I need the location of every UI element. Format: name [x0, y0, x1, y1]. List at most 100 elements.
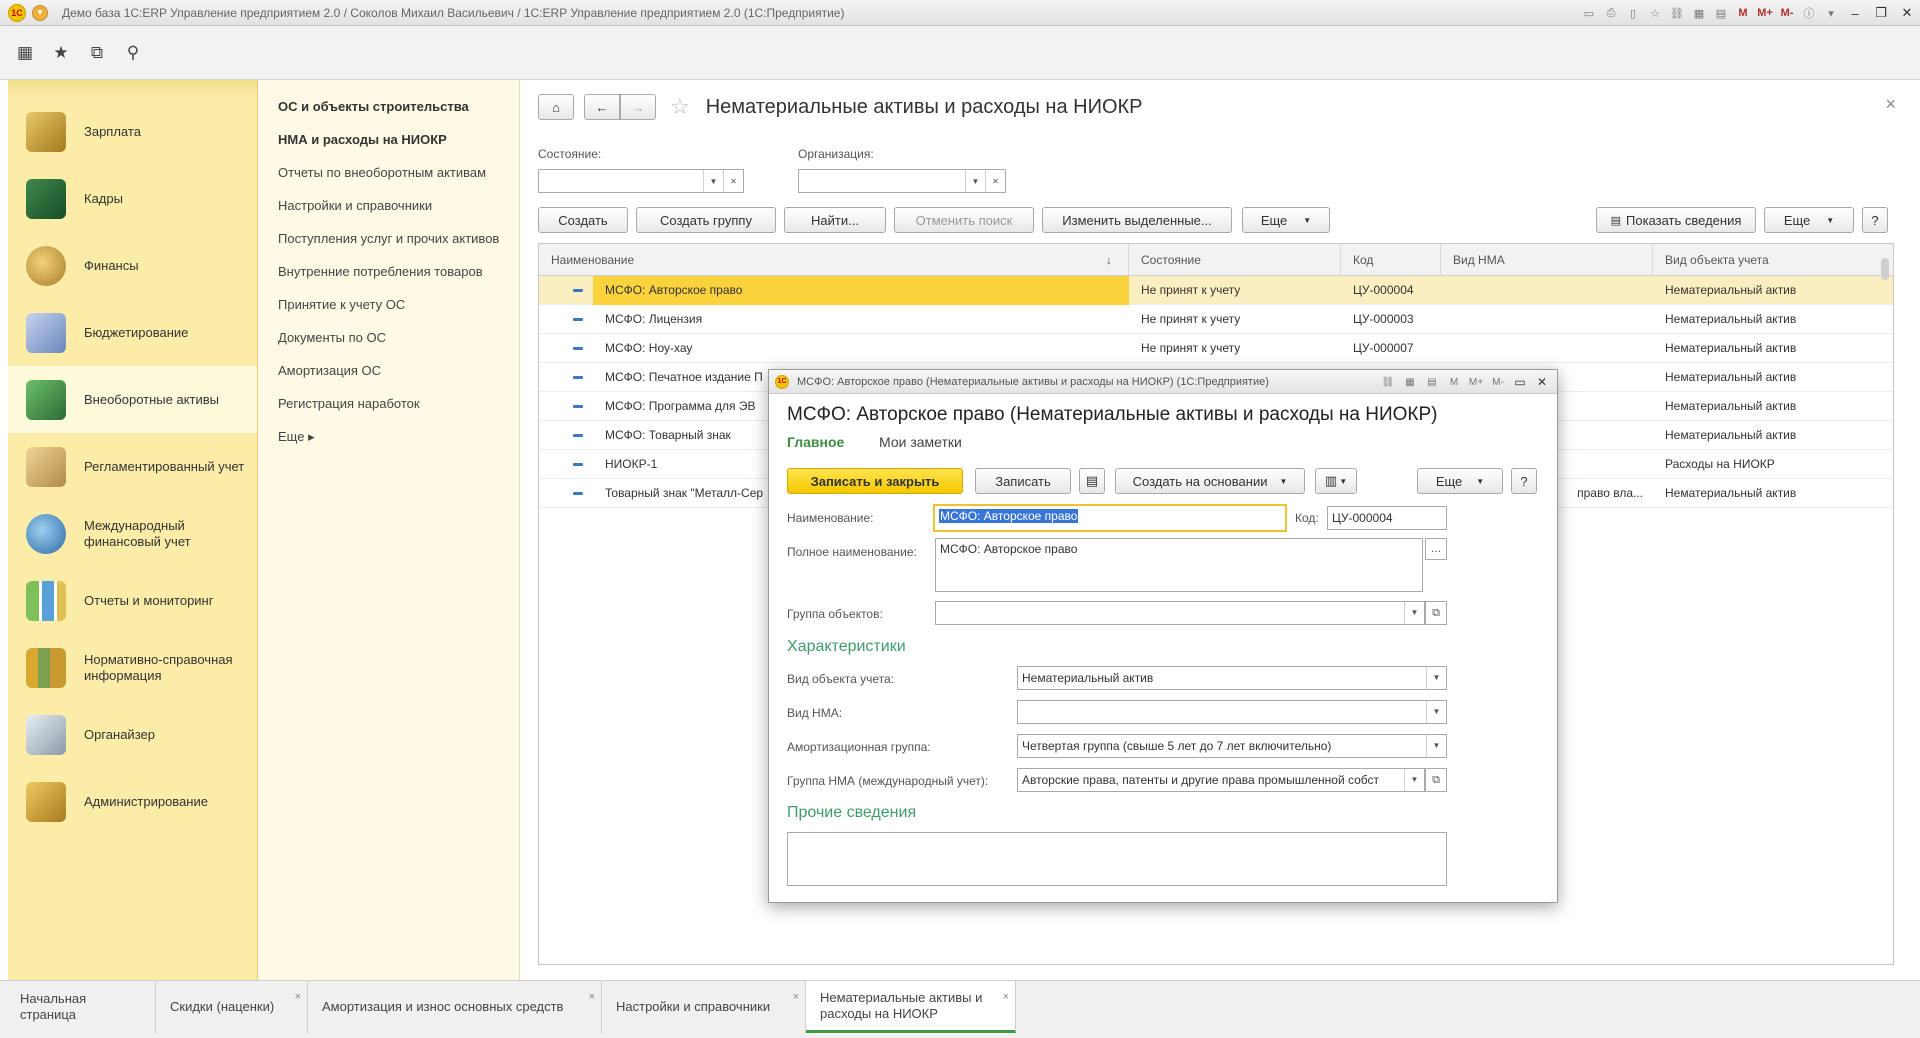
- table-row[interactable]: МСФО: Авторское право Не принят к учету …: [539, 276, 1893, 305]
- close-tab-icon[interactable]: ×: [1003, 989, 1009, 1005]
- nav-link-reports[interactable]: Отчеты по внеоборотным активам: [258, 156, 519, 189]
- info-icon[interactable]: ⓘ: [1798, 2, 1820, 24]
- nav-link-receipts[interactable]: Поступления услуг и прочих активов: [258, 222, 519, 255]
- section-reports[interactable]: Отчеты и мониторинг: [8, 567, 257, 634]
- close-tab-icon[interactable]: ×: [589, 989, 595, 1005]
- print-icon[interactable]: ⎙: [1600, 2, 1622, 24]
- reports-menu-button[interactable]: ▥ ▼: [1315, 468, 1357, 494]
- form-help-button[interactable]: ?: [1511, 468, 1537, 494]
- favorites-add-icon[interactable]: ☆: [1644, 2, 1666, 24]
- chevron-down-icon[interactable]: ▼: [1404, 769, 1424, 791]
- nav-link-intangible-assets[interactable]: НМА и расходы на НИОКР: [258, 123, 519, 156]
- table-row[interactable]: МСФО: Ноу-хау Не принят к учету ЦУ-00000…: [539, 334, 1893, 363]
- tab-depreciation[interactable]: Амортизация и износ основных средств ×: [308, 981, 602, 1033]
- find-button[interactable]: Найти...: [784, 207, 886, 233]
- memory-m-plus-button[interactable]: M+: [1465, 371, 1487, 393]
- col-state-header[interactable]: Состояние: [1129, 244, 1341, 276]
- memory-m-minus-button[interactable]: M-: [1487, 371, 1509, 393]
- full-name-textarea[interactable]: МСФО: Авторское право: [935, 538, 1423, 592]
- section-fixed-assets[interactable]: Внеоборотные активы: [8, 366, 257, 433]
- col-object-kind-header[interactable]: Вид объекта учета: [1653, 244, 1893, 276]
- help-button[interactable]: ?: [1862, 207, 1888, 233]
- nav-link-documents[interactable]: Документы по ОС: [258, 321, 519, 354]
- back-button[interactable]: ←: [584, 94, 620, 120]
- chevron-down-icon[interactable]: ▼: [1426, 701, 1446, 723]
- col-nma-kind-header[interactable]: Вид НМА: [1441, 244, 1653, 276]
- link-icon[interactable]: ⛓: [1377, 371, 1399, 393]
- open-intl-group-button[interactable]: ⧉: [1425, 768, 1447, 792]
- tab-intangible-assets[interactable]: Нематериальные активы и расходы на НИОКР…: [806, 981, 1016, 1033]
- nav-link-more[interactable]: Еще ▸: [258, 420, 519, 453]
- nav-link-fixed-assets[interactable]: ОС и объекты строительства: [258, 90, 519, 123]
- nav-link-internal-consumption[interactable]: Внутренние потребления товаров: [258, 255, 519, 288]
- tab-discounts[interactable]: Скидки (наценки) ×: [156, 981, 308, 1033]
- chevron-down-icon[interactable]: ▼: [1404, 602, 1424, 624]
- chevron-down-icon[interactable]: ▼: [1426, 667, 1446, 689]
- create-based-on-button[interactable]: Создать на основании ▼: [1115, 468, 1305, 494]
- save-and-close-button[interactable]: Записать и закрыть: [787, 468, 963, 494]
- minimize-icon[interactable]: –: [1842, 2, 1868, 24]
- favorites-star-icon[interactable]: ★: [50, 42, 72, 64]
- calculator-icon[interactable]: ▦: [1688, 2, 1710, 24]
- maximize-icon[interactable]: ❐: [1868, 2, 1894, 24]
- open-group-button[interactable]: ⧉: [1425, 601, 1447, 625]
- memory-m-button[interactable]: M: [1732, 2, 1754, 24]
- more-actions-right-button[interactable]: Еще ▼: [1764, 207, 1854, 233]
- state-filter-input[interactable]: ▼ ✕: [538, 169, 744, 193]
- depreciation-group-select[interactable]: Четвертая группа (свыше 5 лет до 7 лет в…: [1017, 734, 1447, 758]
- chevron-down-icon[interactable]: ▼: [703, 170, 723, 192]
- section-regulated-accounting[interactable]: Регламентированный учет: [8, 433, 257, 500]
- tab-settings[interactable]: Настройки и справочники ×: [602, 981, 806, 1033]
- link-icon[interactable]: ⛓: [1666, 2, 1688, 24]
- open-editor-button[interactable]: …: [1425, 538, 1447, 560]
- calendar-icon[interactable]: ▤: [1421, 371, 1443, 393]
- col-name-header[interactable]: Наименование ↓: [539, 244, 1129, 276]
- close-form-icon[interactable]: ×: [1885, 94, 1896, 115]
- cancel-search-button[interactable]: Отменить поиск: [894, 207, 1034, 233]
- sections-scroll-top[interactable]: [8, 80, 257, 98]
- memory-m-minus-button[interactable]: M-: [1776, 2, 1798, 24]
- create-group-button[interactable]: Создать группу: [636, 207, 776, 233]
- more-actions-button[interactable]: Еще ▼: [1242, 207, 1330, 233]
- form-more-button[interactable]: Еще ▼: [1417, 468, 1503, 494]
- page-icon[interactable]: ▯: [1622, 2, 1644, 24]
- code-input[interactable]: ЦУ-000004: [1327, 506, 1447, 530]
- section-reference-info[interactable]: Нормативно-справочная информация: [8, 634, 257, 701]
- clear-icon[interactable]: ✕: [723, 170, 743, 192]
- show-info-button[interactable]: ▤ Показать сведения: [1596, 207, 1756, 233]
- nma-kind-select[interactable]: ▼: [1017, 700, 1447, 724]
- history-icon[interactable]: ⧉: [86, 42, 108, 64]
- document-button[interactable]: ▤: [1079, 468, 1105, 494]
- save-button[interactable]: Записать: [975, 468, 1071, 494]
- object-group-input[interactable]: ▼: [935, 601, 1425, 625]
- clear-icon[interactable]: ✕: [985, 170, 1005, 192]
- nav-link-usage-registration[interactable]: Регистрация наработок: [258, 387, 519, 420]
- section-salary[interactable]: Зарплата: [8, 98, 257, 165]
- table-row[interactable]: МСФО: Лицензия Не принят к учету ЦУ-0000…: [539, 305, 1893, 334]
- edit-selected-button[interactable]: Изменить выделенные...: [1042, 207, 1232, 233]
- chevron-down-icon[interactable]: ▼: [965, 170, 985, 192]
- close-tab-icon[interactable]: ×: [295, 989, 301, 1005]
- section-finance[interactable]: Финансы: [8, 232, 257, 299]
- section-organizer[interactable]: Органайзер: [8, 701, 257, 768]
- org-filter-input[interactable]: ▼ ✕: [798, 169, 1006, 193]
- app-logo-icon[interactable]: 1С: [8, 3, 26, 22]
- nav-link-settings[interactable]: Настройки и справочники: [258, 189, 519, 222]
- chevron-down-icon[interactable]: ▼: [1426, 735, 1446, 757]
- apps-grid-icon[interactable]: ▦: [14, 42, 36, 64]
- memory-m-button[interactable]: M: [1443, 371, 1465, 393]
- maximize-icon[interactable]: ▭: [1509, 371, 1531, 393]
- nav-link-acceptance[interactable]: Принятие к учету ОС: [258, 288, 519, 321]
- other-info-textarea[interactable]: [787, 832, 1447, 886]
- search-icon[interactable]: ⚲: [122, 42, 144, 64]
- main-menu-icon[interactable]: ▾: [32, 4, 48, 21]
- monitor-icon[interactable]: ▭: [1578, 2, 1600, 24]
- name-input[interactable]: МСФО: Авторское право: [933, 504, 1287, 532]
- close-icon[interactable]: ✕: [1531, 371, 1553, 393]
- tab-my-notes[interactable]: Мои заметки: [879, 434, 962, 450]
- tab-main[interactable]: Главное: [787, 434, 844, 450]
- close-window-icon[interactable]: ✕: [1894, 2, 1920, 24]
- close-tab-icon[interactable]: ×: [793, 989, 799, 1005]
- intl-nma-group-input[interactable]: Авторские права, патенты и другие права …: [1017, 768, 1425, 792]
- table-scrollbar[interactable]: [1881, 258, 1889, 280]
